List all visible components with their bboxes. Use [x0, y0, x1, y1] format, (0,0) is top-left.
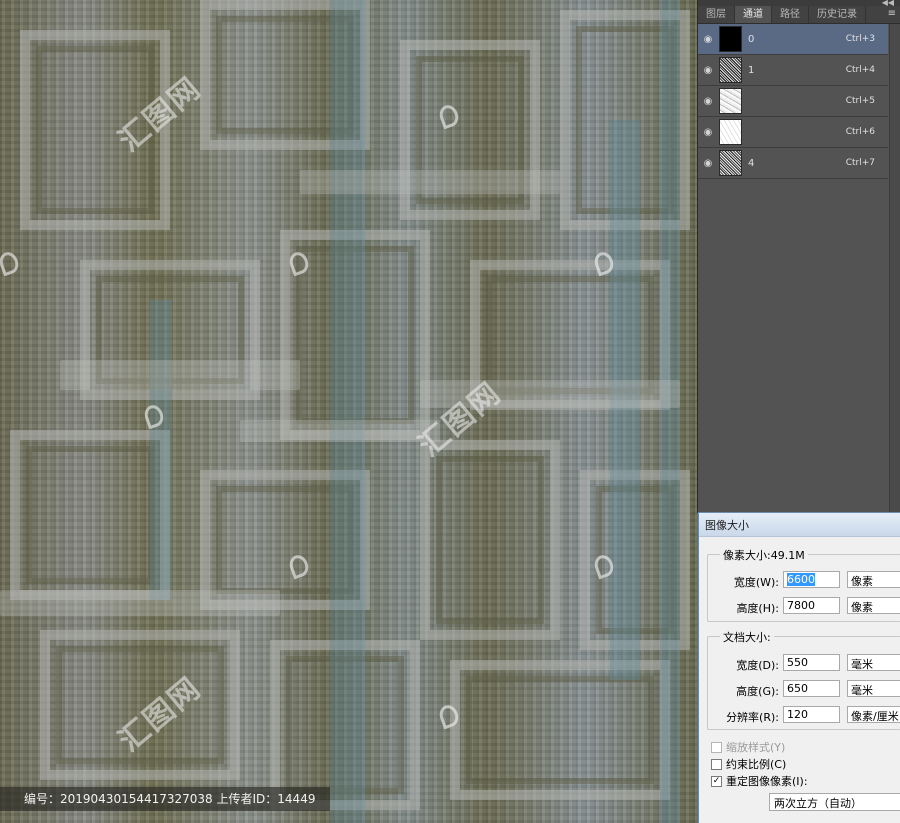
channel-name: 1: [748, 64, 755, 76]
channel-name: 0: [748, 33, 755, 45]
eye-icon[interactable]: ◉: [698, 34, 718, 45]
channel-thumbnail: [719, 26, 742, 52]
blue-streak: [660, 0, 680, 823]
pixel-height-label: 高度(H):: [736, 602, 779, 615]
resample-method-select[interactable]: 两次立方（自动）: [769, 793, 900, 811]
doc-width-unit-select[interactable]: 毫米: [847, 654, 900, 671]
doc-height-unit-select[interactable]: 毫米: [847, 680, 900, 697]
channel-thumbnail: [719, 119, 742, 145]
image-caption: 编号：20190430154417327038 上传者ID：14449: [24, 792, 316, 806]
resample-image-checkbox[interactable]: ✓ 重定图像像素(I):: [711, 773, 808, 789]
pixel-height-field[interactable]: 7800: [783, 597, 840, 614]
channel-shortcut: Ctrl+5: [845, 96, 875, 106]
doc-height-field[interactable]: 650: [783, 680, 840, 697]
eye-icon[interactable]: ◉: [698, 65, 718, 76]
tab-paths[interactable]: 路径: [772, 6, 809, 23]
checkbox-box[interactable]: [711, 758, 722, 770]
constrain-proportions-checkbox[interactable]: 约束比例(C): [711, 756, 786, 772]
doc-height-label: 高度(G):: [736, 685, 779, 698]
channel-thumbnail: [719, 150, 742, 176]
channel-name: 4: [748, 157, 755, 169]
document-size-label: 文档大小:: [720, 629, 774, 645]
channel-shortcut: Ctrl+7: [845, 158, 875, 168]
resample-image-label: 重定图像像素(I):: [726, 775, 808, 788]
texture-panel: [450, 660, 670, 800]
panel-tabs: 图层 通道 路径 历史记录 ≡: [698, 6, 900, 24]
channel-shortcut: Ctrl+4: [845, 65, 875, 75]
resolution-label: 分辨率(R):: [726, 711, 779, 724]
pixel-width-field[interactable]: 6600: [783, 571, 840, 588]
tab-channels[interactable]: 通道: [735, 6, 772, 23]
channel-row[interactable]: ◉ Ctrl+6: [698, 117, 888, 148]
dialog-title: 图像大小: [699, 513, 900, 537]
doc-width-label: 宽度(D):: [736, 659, 779, 672]
resolution-unit-select[interactable]: 像素/厘米: [847, 706, 900, 723]
texture-blot: [0, 590, 280, 616]
checkbox-box: [711, 741, 722, 753]
texture-blot: [60, 360, 300, 390]
channels-panel: ◀◀ 图层 通道 路径 历史记录 ≡ ◉ 0 Ctrl+3 ◉ 1 Ctrl+4…: [697, 0, 900, 513]
channel-row[interactable]: ◉ 4 Ctrl+7: [698, 148, 888, 179]
channel-thumbnail: [719, 57, 742, 83]
tab-history[interactable]: 历史记录: [809, 6, 866, 23]
pixel-height-unit-select[interactable]: 像素: [847, 597, 900, 614]
pixel-dimensions-label: 像素大小:49.1M: [720, 547, 808, 563]
doc-width-field[interactable]: 550: [783, 654, 840, 671]
scale-styles-label: 缩放样式(Y): [726, 741, 786, 754]
channel-shortcut: Ctrl+6: [845, 127, 875, 137]
channel-row[interactable]: ◉ 0 Ctrl+3: [698, 24, 888, 55]
channel-thumbnail: [719, 88, 742, 114]
texture-blot: [300, 170, 560, 194]
texture-panel: [420, 440, 560, 640]
eye-icon[interactable]: ◉: [698, 127, 718, 138]
panel-menu-icon[interactable]: ≡: [888, 8, 896, 19]
scale-styles-checkbox: 缩放样式(Y): [711, 739, 785, 755]
constrain-proportions-label: 约束比例(C): [726, 758, 787, 771]
eye-icon[interactable]: ◉: [698, 96, 718, 107]
tab-layers[interactable]: 图层: [698, 6, 735, 23]
panel-scrollbar[interactable]: [889, 24, 900, 513]
blue-streak: [330, 0, 365, 823]
pixel-width-label: 宽度(W):: [733, 576, 779, 589]
blue-streak: [150, 300, 172, 600]
image-canvas[interactable]: 汇图网 汇图网 汇图网 编号：20190430154417327038 上传者I…: [0, 0, 697, 823]
checkmark-icon[interactable]: ✓: [711, 775, 722, 787]
channel-row[interactable]: ◉ 1 Ctrl+4: [698, 55, 888, 86]
pixel-width-unit-select[interactable]: 像素: [847, 571, 900, 588]
texture-panel: [10, 430, 170, 600]
eye-icon[interactable]: ◉: [698, 158, 718, 169]
resolution-field[interactable]: 120: [783, 706, 840, 723]
channel-shortcut: Ctrl+3: [845, 34, 875, 44]
image-size-dialog: 图像大小 像素大小:49.1M 宽度(W): 6600 像素 高度(H): 78…: [698, 512, 900, 823]
channel-row[interactable]: ◉ Ctrl+5: [698, 86, 888, 117]
watermark-logo-icon: [0, 249, 22, 277]
